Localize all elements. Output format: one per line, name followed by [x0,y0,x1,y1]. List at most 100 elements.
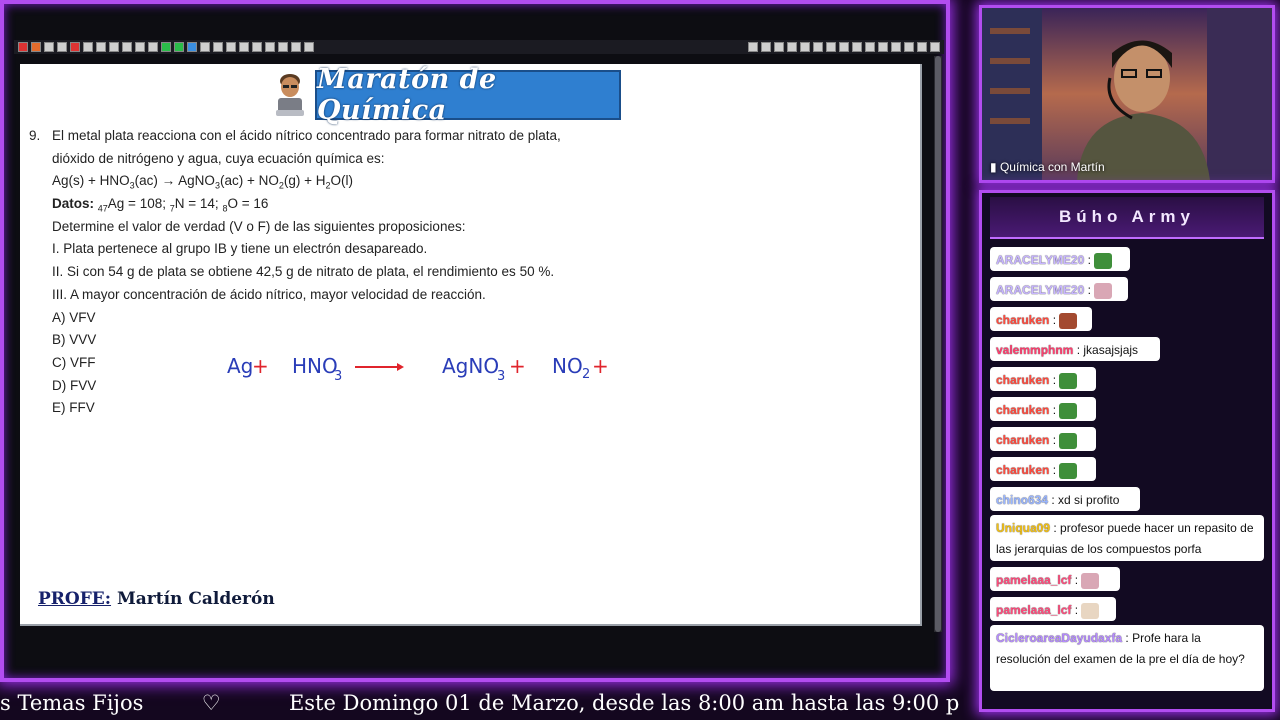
chat-text: xd si profito [1058,493,1120,507]
chat-username[interactable]: charuken [996,463,1049,477]
chat-message: CicleroareaDayudaxfa : Profe hara la res… [990,625,1264,691]
tool-icon[interactable] [748,42,758,52]
tool-icon[interactable] [213,42,223,52]
statement-ii: II. Si con 54 g de plata se obtiene 42,5… [52,264,555,280]
chat-username[interactable]: valemmphnm [996,343,1073,357]
tool-icon[interactable] [878,42,888,52]
chat-emote-icon [1094,282,1113,299]
chat-username[interactable]: chino634 [996,493,1048,507]
hw-no2-sub: 2 [582,367,590,382]
tool-icon[interactable] [31,42,41,52]
tool-icon[interactable] [917,42,927,52]
tool-icon[interactable] [57,42,67,52]
hw-hno3-sub: 3 [334,369,342,384]
chat-message: pamelaaa_lcf : [990,597,1116,621]
tool-icon[interactable] [44,42,54,52]
chat-message: charuken : [990,457,1096,481]
tool-icon[interactable] [278,42,288,52]
chat-username[interactable]: charuken [996,373,1049,387]
tool-icon[interactable] [109,42,119,52]
teacher-credit: PROFE: Martín Calderón [38,589,275,609]
hw-agno3-sub: 3 [497,369,505,384]
chat-emote-icon [1081,602,1100,619]
tool-icon[interactable] [813,42,823,52]
chat-username[interactable]: CicleroareaDayudaxfa [996,631,1122,645]
tool-icon[interactable] [96,42,106,52]
hw-plus: + [592,354,609,378]
hw-plus: + [252,354,269,378]
tool-icon[interactable] [161,42,171,52]
tool-icon[interactable] [200,42,210,52]
chat-emote-icon [1059,402,1078,419]
tool-icon[interactable] [291,42,301,52]
statement-i: I. Plata pertenece al grupo IB y tiene u… [52,241,428,257]
chat-text: jkasajsjajs [1083,343,1139,357]
chat-emote-icon [1059,462,1078,479]
problem-number: 9. [29,128,41,143]
problem-line: dióxido de nitrógeno y agua, cuya ecuaci… [52,150,385,166]
tool-icon[interactable] [148,42,158,52]
tool-icon[interactable] [187,42,197,52]
chat-username[interactable]: charuken [996,313,1049,327]
tool-icon[interactable] [252,42,262,52]
tool-icon[interactable] [174,42,184,52]
course-banner: Maratón de Química [315,64,621,126]
tool-icon[interactable] [839,42,849,52]
chat-message: valemmphnm : jkasajsjajs [990,337,1160,361]
tool-icon[interactable] [891,42,901,52]
chat-title: Búho Army [990,197,1264,239]
chat-username[interactable]: charuken [996,403,1049,417]
chat-message: charuken : [990,427,1096,451]
tool-icon[interactable] [852,42,862,52]
datos-line: Datos: 47Ag = 108; 7N = 14; 8O = 16 [52,196,269,214]
chat-emote-icon [1059,312,1078,329]
vertical-scrollbar[interactable] [934,56,942,632]
tool-icon[interactable] [930,42,940,52]
ticker-left-text: s Temas Fijos [0,691,144,715]
chat-message: pamelaaa_lcf : [990,567,1120,591]
chat-username[interactable]: ARACELYME20 [996,253,1084,267]
tool-icon[interactable] [18,42,28,52]
hw-agno3: AgNO [442,354,499,378]
teacher-label: PROFE: [38,589,112,609]
tool-icon[interactable] [135,42,145,52]
tool-icon[interactable] [865,42,875,52]
tool-icon[interactable] [826,42,836,52]
tool-icon[interactable] [265,42,275,52]
webcam-channel-label: ▮ Química con Martín [990,160,1105,174]
chat-username[interactable]: charuken [996,433,1049,447]
tool-icon[interactable] [787,42,797,52]
option-e: E) FFV [52,400,95,416]
reaction-arrow-icon [355,363,404,371]
teacher-avatar-icon [276,74,304,116]
chat-emote-icon [1059,372,1078,389]
hw-hno3: HNO [292,354,338,378]
tool-icon[interactable] [70,42,80,52]
chemical-equation: Ag(s) + HNO3(ac) → AgNO3(ac) + NO2(g) + … [52,173,354,192]
chat-username[interactable]: pamelaaa_lcf [996,603,1071,617]
handwritten-equation: Ag HNO 3 AgNO 3 NO 2 + + + [227,354,609,384]
tool-icon[interactable] [239,42,249,52]
chat-message: charuken : [990,397,1096,421]
chat-message: charuken : [990,367,1096,391]
tool-icon[interactable] [122,42,132,52]
chat-username[interactable]: Uniqua09 [996,521,1050,535]
chat-emote-icon [1059,432,1078,449]
hw-ag: Ag [227,354,253,378]
news-ticker: s Temas Fijos ♡ Este Domingo 01 de Marzo… [0,686,960,720]
tool-icon[interactable] [774,42,784,52]
tool-icon[interactable] [761,42,771,52]
toolbar-right-tools [744,42,944,52]
tool-icon[interactable] [904,42,914,52]
chat-message: ARACELYME20 : [990,247,1130,271]
chat-username[interactable]: ARACELYME20 [996,283,1084,297]
scrollbar-thumb[interactable] [935,56,941,632]
tool-icon[interactable] [226,42,236,52]
chat-username[interactable]: pamelaaa_lcf [996,573,1071,587]
tool-icon[interactable] [800,42,810,52]
chat-message: Uniqua09 : profesor puede hacer un repas… [990,515,1264,561]
signal-bars-icon: ▮ [990,160,997,174]
tool-icon[interactable] [83,42,93,52]
tool-icon[interactable] [304,42,314,52]
whiteboard-toolbar [14,40,944,54]
